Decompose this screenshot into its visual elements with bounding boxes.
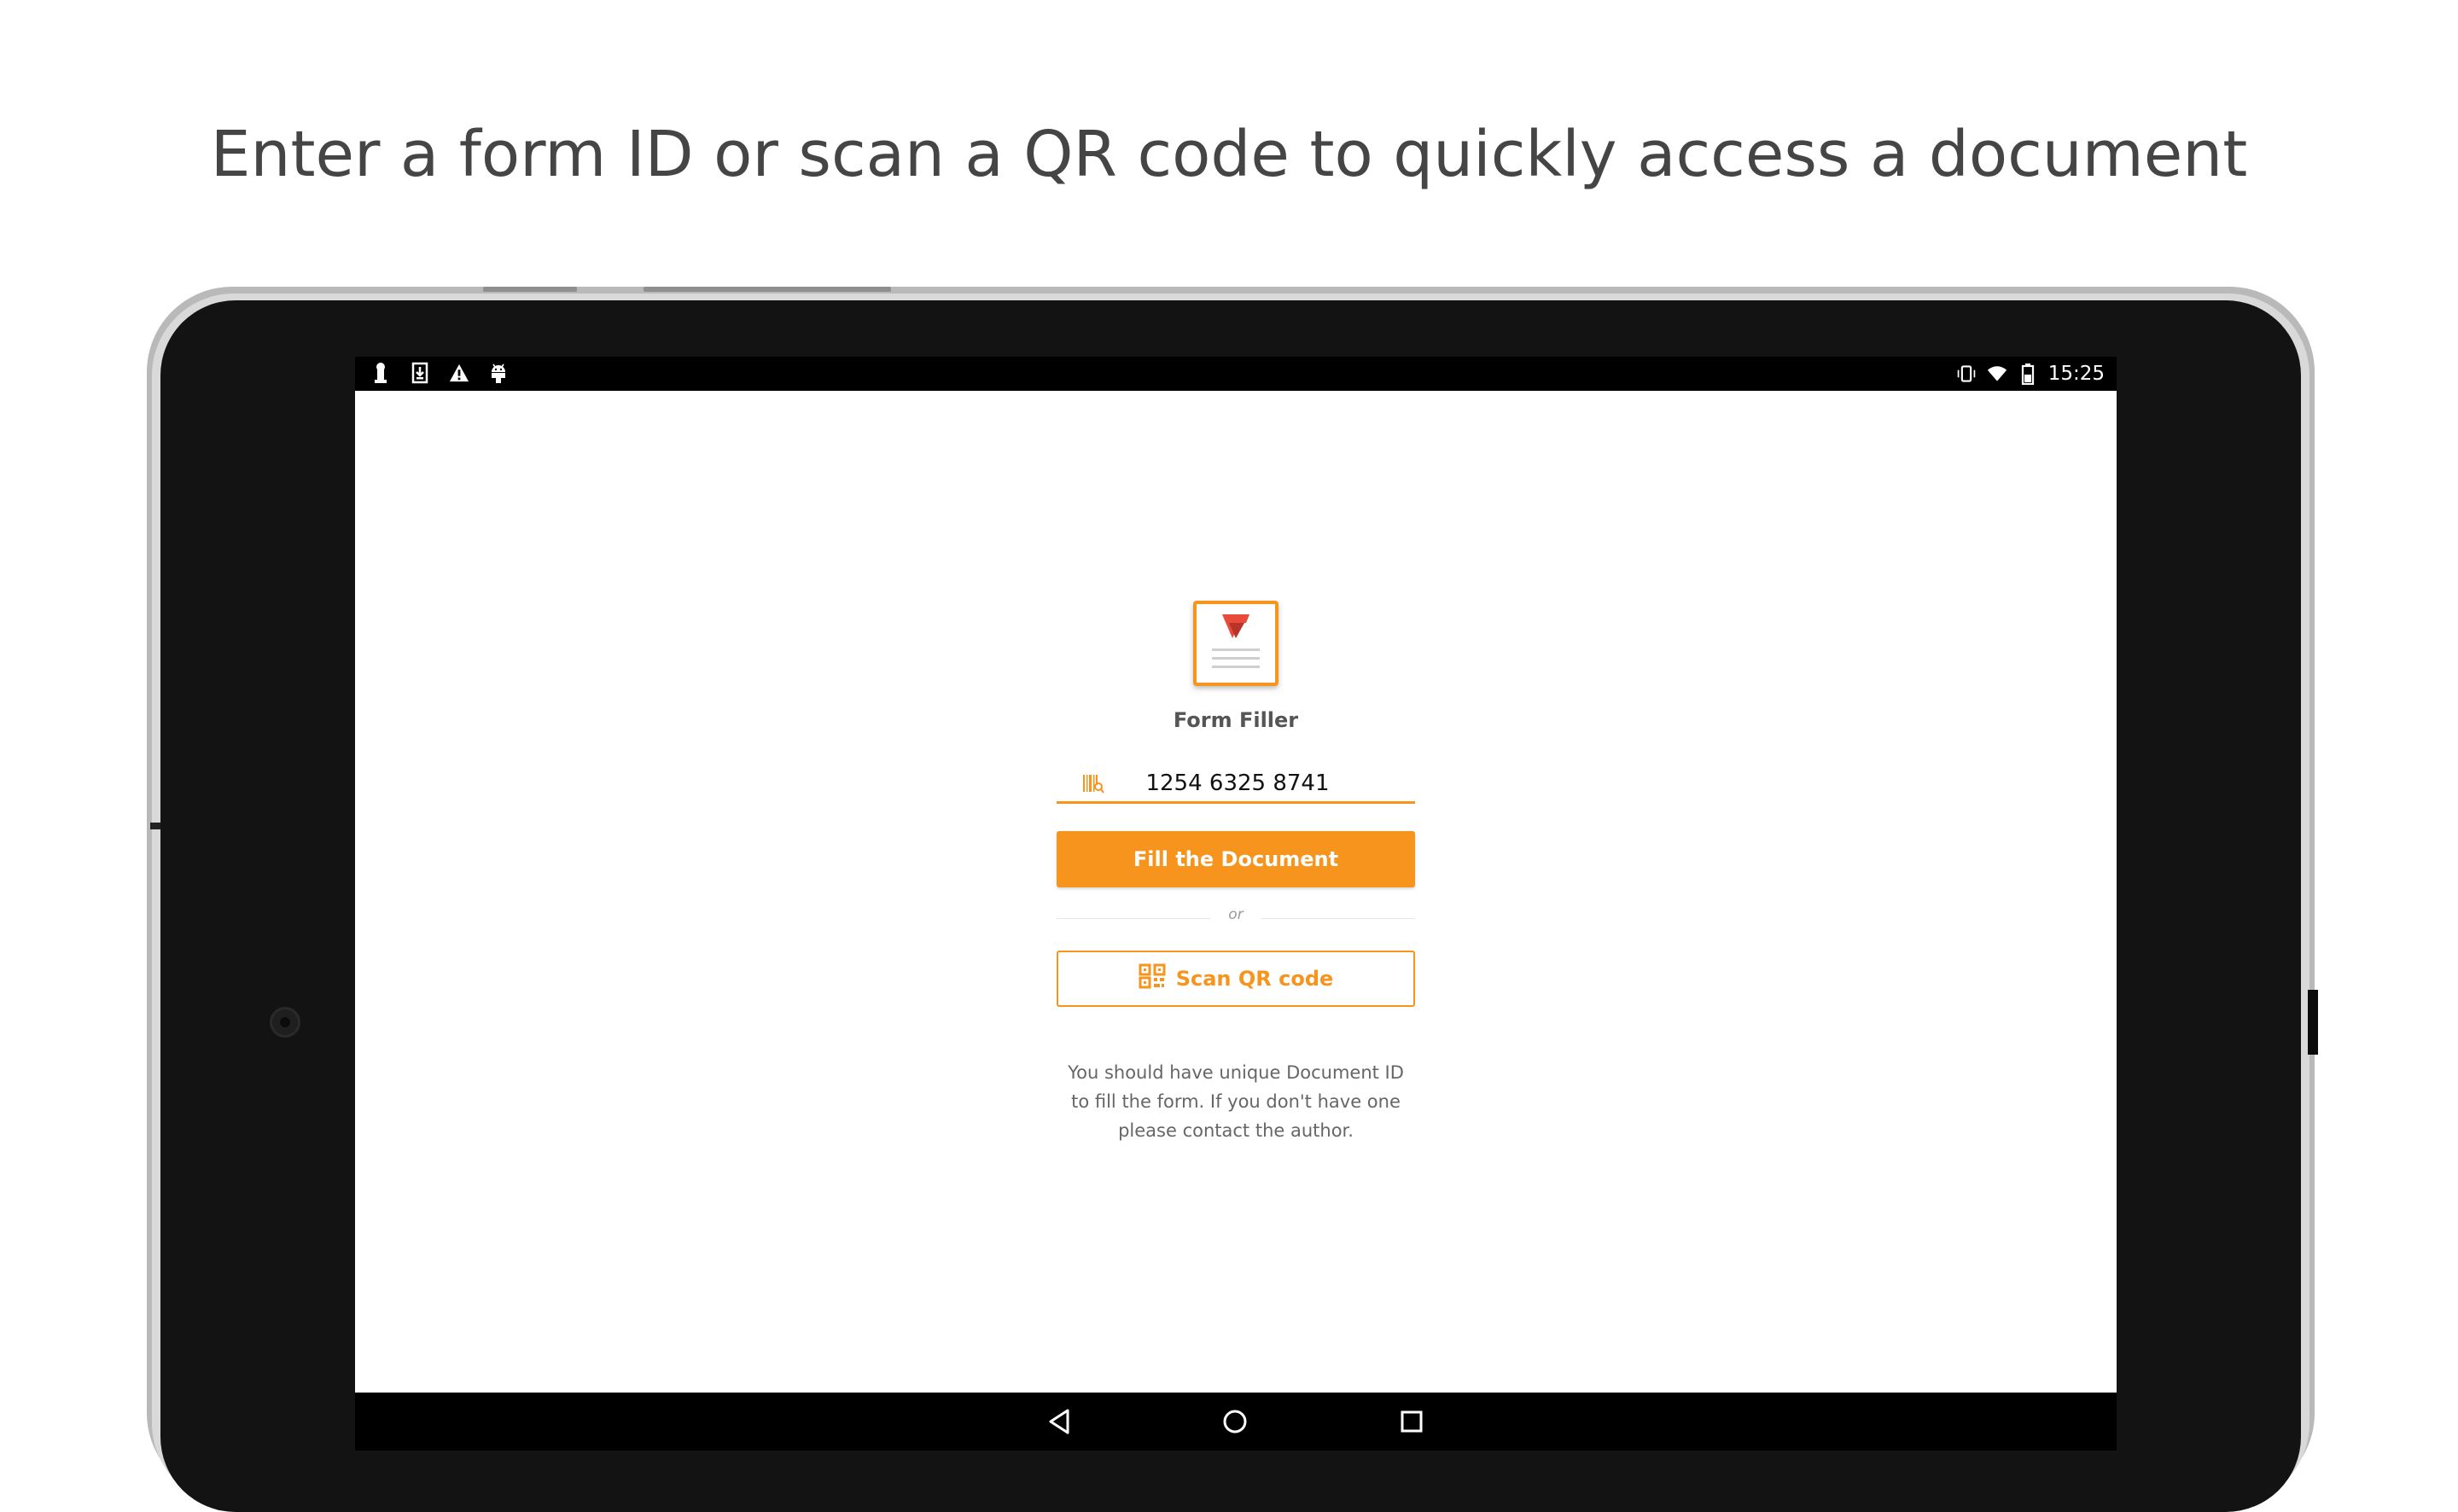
- or-separator: or: [1228, 906, 1244, 923]
- caption-headline: Enter a form ID or scan a QR code to qui…: [210, 118, 2248, 191]
- power-button: [644, 287, 891, 292]
- status-bar: 15:25: [355, 357, 2117, 391]
- divider-left: [1057, 918, 1210, 919]
- scan-qr-button[interactable]: Scan QR code: [1057, 951, 1415, 1007]
- help-text: You should have unique Document ID to fi…: [1068, 1062, 1404, 1141]
- back-icon[interactable]: [1045, 1406, 1075, 1437]
- battery-icon: [2018, 363, 2038, 385]
- wifi-icon: [1987, 363, 2007, 385]
- qr-code-icon: [1139, 963, 1166, 994]
- document-id-field[interactable]: [1057, 763, 1415, 804]
- keyhole-icon: [370, 362, 391, 384]
- document-id-input[interactable]: [1108, 768, 1367, 799]
- volume-button: [483, 287, 577, 292]
- barcode-icon: [1082, 773, 1104, 794]
- android-icon: [488, 362, 509, 384]
- app-logo: [1193, 601, 1279, 686]
- side-notch-left: [150, 823, 160, 829]
- scan-qr-label: Scan QR code: [1175, 967, 1334, 991]
- tablet-screen: 15:25 Form Filler Fill the Doc: [355, 357, 2117, 1451]
- download-icon: [410, 362, 430, 384]
- side-notch-right: [2308, 990, 2318, 1055]
- form-filler-logo-icon: [1212, 614, 1260, 668]
- fill-document-button[interactable]: Fill the Document: [1057, 831, 1415, 887]
- home-icon[interactable]: [1220, 1406, 1250, 1437]
- divider-right: [1261, 918, 1415, 919]
- warning-icon: [449, 362, 469, 384]
- navigation-bar: [355, 1393, 2117, 1451]
- recents-icon[interactable]: [1396, 1406, 1427, 1437]
- front-camera: [270, 1007, 300, 1038]
- status-time: 15:25: [2047, 363, 2105, 385]
- app-title: Form Filler: [1173, 708, 1299, 732]
- vibrate-icon: [1956, 363, 1977, 385]
